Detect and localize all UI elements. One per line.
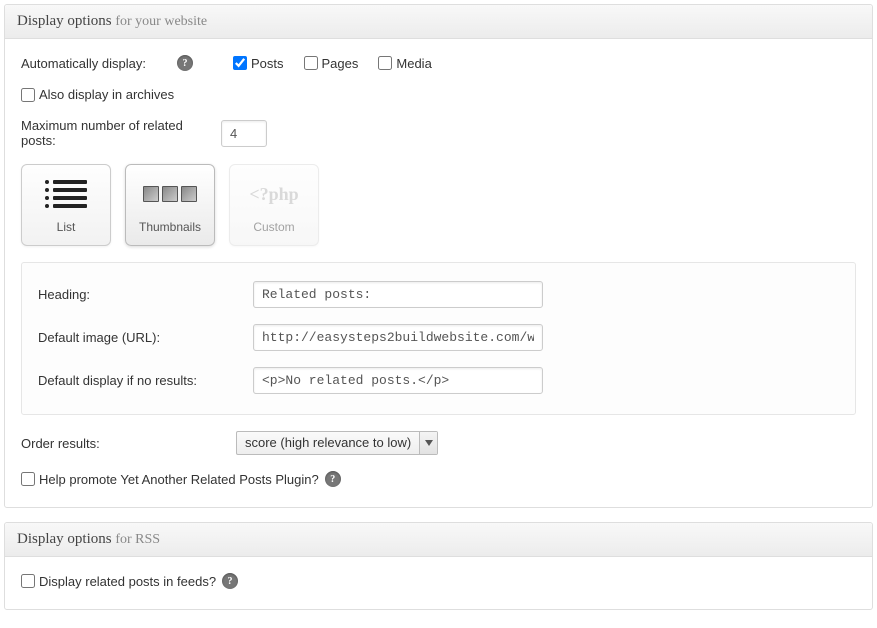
panel-title-main-rss: Display options: [17, 531, 112, 547]
panel-title-sub-rss: for RSS: [115, 532, 160, 547]
display-options-rss-panel: Display options for RSS Display related …: [4, 522, 873, 610]
default-image-label: Default image (URL):: [38, 330, 253, 345]
promote-checkbox[interactable]: [21, 472, 35, 486]
layout-thumbnails-label: Thumbnails: [139, 220, 201, 234]
posts-checkbox-item[interactable]: Posts: [233, 56, 284, 71]
no-results-row: Default display if no results:: [38, 367, 839, 394]
archives-checkbox-item[interactable]: Also display in archives: [21, 87, 174, 102]
order-results-select[interactable]: score (high relevance to low): [236, 431, 438, 455]
panel-title-sub: for your website: [115, 14, 207, 29]
chevron-down-icon: [419, 432, 437, 454]
promote-row: Help promote Yet Another Related Posts P…: [21, 471, 856, 487]
no-results-input[interactable]: [253, 367, 543, 394]
layout-custom-label: Custom: [253, 220, 294, 234]
help-icon[interactable]: ?: [325, 471, 341, 487]
content-type-group: Posts Pages Media: [233, 56, 432, 71]
heading-input[interactable]: [253, 281, 543, 308]
archives-label: Also display in archives: [39, 87, 174, 102]
help-icon[interactable]: ?: [222, 573, 238, 589]
layout-list-card[interactable]: List: [21, 164, 111, 246]
promote-checkbox-item[interactable]: Help promote Yet Another Related Posts P…: [21, 472, 319, 487]
help-icon[interactable]: ?: [177, 55, 193, 71]
max-posts-row: Maximum number of related posts:: [21, 118, 856, 148]
panel-header-website: Display options for your website: [5, 5, 872, 39]
media-label: Media: [396, 56, 431, 71]
archives-row: Also display in archives: [21, 87, 856, 102]
panel-title-main: Display options: [17, 13, 112, 29]
panel-body: Automatically display: ? Posts Pages Med…: [5, 39, 872, 507]
promote-label: Help promote Yet Another Related Posts P…: [39, 472, 319, 487]
archives-checkbox[interactable]: [21, 88, 35, 102]
layout-custom-card[interactable]: <?php Custom: [229, 164, 319, 246]
feeds-label: Display related posts in feeds?: [39, 574, 216, 589]
panel-body-rss: Display related posts in feeds? ?: [5, 557, 872, 609]
pages-label: Pages: [322, 56, 359, 71]
default-image-input[interactable]: [253, 324, 543, 351]
list-icon: [45, 176, 87, 212]
feeds-checkbox[interactable]: [21, 574, 35, 588]
pages-checkbox-item[interactable]: Pages: [304, 56, 359, 71]
heading-label: Heading:: [38, 287, 253, 302]
layout-list-label: List: [57, 220, 76, 234]
auto-display-row: Automatically display: ? Posts Pages Med…: [21, 55, 856, 71]
media-checkbox[interactable]: [378, 56, 392, 70]
posts-label: Posts: [251, 56, 284, 71]
heading-row: Heading:: [38, 281, 839, 308]
panel-header-rss: Display options for RSS: [5, 523, 872, 557]
php-icon: <?php: [249, 176, 298, 212]
feeds-row: Display related posts in feeds? ?: [21, 573, 856, 589]
layout-options: List Thumbnails <?php Custom: [21, 164, 856, 246]
layout-thumbnails-card[interactable]: Thumbnails: [125, 164, 215, 246]
no-results-label: Default display if no results:: [38, 373, 253, 388]
default-image-row: Default image (URL):: [38, 324, 839, 351]
posts-checkbox[interactable]: [233, 56, 247, 70]
media-checkbox-item[interactable]: Media: [378, 56, 431, 71]
max-posts-input[interactable]: [221, 120, 267, 147]
order-results-label: Order results:: [21, 436, 236, 451]
order-results-row: Order results: score (high relevance to …: [21, 431, 856, 455]
template-settings-box: Heading: Default image (URL): Default di…: [21, 262, 856, 415]
order-results-value: score (high relevance to low): [237, 432, 419, 454]
feeds-checkbox-item[interactable]: Display related posts in feeds?: [21, 574, 216, 589]
auto-display-label: Automatically display:: [21, 56, 171, 71]
pages-checkbox[interactable]: [304, 56, 318, 70]
display-options-website-panel: Display options for your website Automat…: [4, 4, 873, 508]
max-posts-label: Maximum number of related posts:: [21, 118, 221, 148]
thumbnails-icon: [143, 176, 197, 212]
